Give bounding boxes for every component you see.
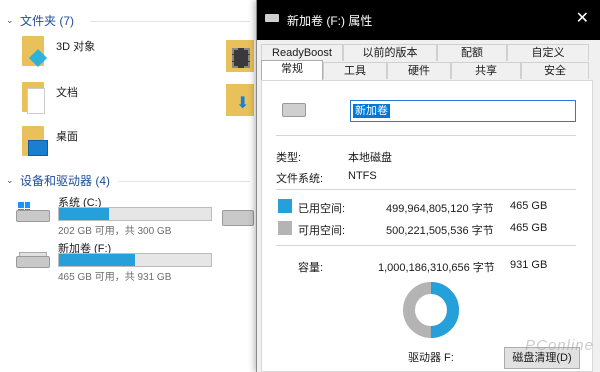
tab-hardware[interactable]: 硬件 [387,62,451,79]
drive-usage-bar [58,253,212,267]
group-divider [90,21,250,22]
tab-quota[interactable]: 配额 [437,44,507,61]
folder-label: 文档 [56,87,78,99]
capacity-bytes: 1,000,186,310,656 字节 [378,262,495,274]
used-space-bytes: 499,964,805,120 字节 [386,203,494,215]
free-space-gb: 465 GB [510,222,548,234]
free-space-bytes: 500,221,505,536 字节 [386,225,494,237]
folder-label: 桌面 [56,131,78,143]
dialog-title: 新加卷 (F:) 属性 [287,14,373,28]
used-space-gb: 465 GB [510,200,548,212]
drive-icon [16,252,50,270]
used-space-label: 已用空间: [298,203,346,215]
divider [276,245,576,246]
volume-name-input[interactable]: 新加卷 [350,100,576,122]
type-label: 类型: [276,152,302,164]
chevron-down-icon[interactable]: ⌄ [6,175,18,186]
close-icon[interactable]: ✕ [576,8,589,28]
properties-dialog: 新加卷 (F:) 属性 ✕ ReadyBoost 以前的版本 配额 自定义 常规… [256,0,600,372]
desktop-folder-icon [22,126,48,160]
drive-icon [265,14,279,22]
folders-header-label: 文件夹 (7) [20,14,75,28]
drive-free-space: 202 GB 可用，共 300 GB [58,226,172,237]
downloads-folder-icon[interactable]: ⬇ [226,84,254,116]
folder-item-3d-objects[interactable]: 3D 对象 [0,36,150,78]
used-space-swatch [278,199,292,213]
tab-tools[interactable]: 工具 [323,62,387,79]
general-tab-panel: 新加卷 类型: 本地磁盘 文件系统: NTFS 已用空间: 499,964,80… [261,80,593,372]
tab-general[interactable]: 常规 [261,60,323,80]
tab-sharing[interactable]: 共享 [451,62,521,79]
watermark-text: PConline [525,337,594,354]
drive-item-f[interactable]: 新加卷 (F:) 465 GB 可用，共 931 GB [16,242,216,283]
tab-security[interactable]: 安全 [521,62,589,79]
divider [276,189,576,190]
tab-readyboost[interactable]: ReadyBoost [261,44,343,61]
tab-customize[interactable]: 自定义 [507,44,589,61]
drive-item-c[interactable]: 系统 (C:) 202 GB 可用，共 300 GB [16,196,216,237]
devices-header-label: 设备和驱动器 (4) [20,174,111,188]
devices-group-header[interactable]: ⌄ 设备和驱动器 (4) [6,172,110,189]
videos-folder-icon[interactable] [226,40,254,72]
tab-previous-versions[interactable]: 以前的版本 [343,44,437,61]
drive-letter-label: 驱动器 F: [408,352,454,364]
dialog-titlebar[interactable]: 新加卷 (F:) 属性 ✕ [257,0,600,40]
chevron-down-icon[interactable]: ⌄ [6,15,18,26]
drive-usage-bar [58,207,212,221]
type-value: 本地磁盘 [348,152,392,164]
drive-icon [282,103,306,117]
divider [276,135,576,136]
folder-item-desktop[interactable]: 桌面 [0,126,150,168]
capacity-label: 容量: [298,262,324,274]
free-space-label: 可用空间: [298,225,346,237]
group-divider [118,181,250,182]
folder-label: 3D 对象 [56,41,96,53]
documents-folder-icon [22,82,48,116]
filesystem-value: NTFS [348,170,377,182]
filesystem-label: 文件系统: [276,173,324,185]
folders-group-header[interactable]: ⌄ 文件夹 (7) [6,12,74,29]
3d-folder-icon [22,36,48,70]
drive-icon[interactable] [222,210,254,226]
volume-name-text: 新加卷 [353,104,390,118]
system-drive-icon [16,202,50,224]
folder-item-documents[interactable]: 文档 [0,82,150,124]
capacity-gb: 931 GB [510,259,548,271]
drive-free-space: 465 GB 可用，共 931 GB [58,272,172,283]
free-space-swatch [278,221,292,235]
disk-usage-donut [403,282,459,338]
